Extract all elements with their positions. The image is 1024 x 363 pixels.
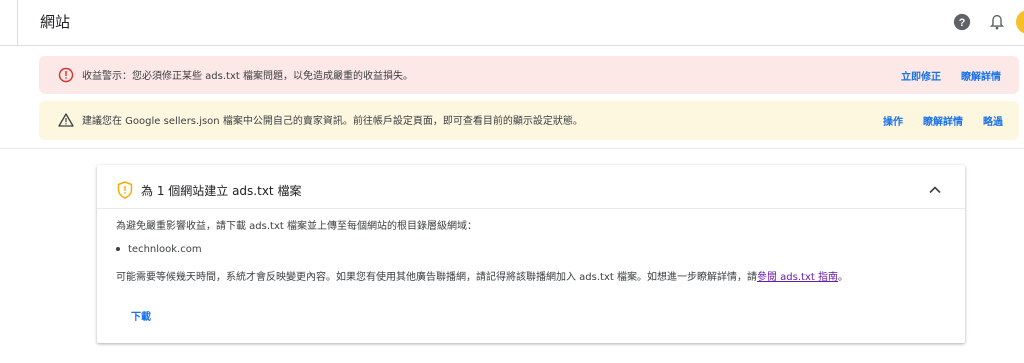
learn-more-link[interactable]: 瞭解詳情 <box>923 113 963 128</box>
action-link[interactable]: 操作 <box>883 113 903 128</box>
note-end: 。 <box>837 272 848 283</box>
page-title: 網站 <box>40 13 71 31</box>
fix-now-link[interactable]: 立即修正 <box>901 68 941 83</box>
divider <box>17 0 18 46</box>
card-title: 為 1 個網站建立 ads.txt 檔案 <box>141 184 302 198</box>
warning-triangle-icon <box>58 113 74 127</box>
list-item: technlook.com <box>116 244 202 255</box>
note-text: 可能需要等候幾天時間，系統才會反映變更內容。如果您有使用其他廣告聯播網，請記得將… <box>116 272 757 283</box>
help-circle-icon[interactable]: ? <box>953 13 971 31</box>
ads-txt-guide-link[interactable]: 參閱 ads.txt 指南 <box>757 272 838 283</box>
avatar[interactable] <box>1016 10 1024 34</box>
bell-icon[interactable] <box>988 13 1006 31</box>
ads-txt-card: 為 1 個網站建立 ads.txt 檔案 為避免嚴重影響收益，請下載 ads.t… <box>97 165 965 343</box>
card-note: 可能需要等候幾天時間，系統才會反映變更內容。如果您有使用其他廣告聯播網，請記得將… <box>116 268 848 283</box>
chevron-up-icon[interactable] <box>926 181 944 199</box>
warning-message: 建議您在 Google sellers.json 檔案中公開自己的賣家資訊。前往… <box>82 116 583 127</box>
svg-text:?: ? <box>959 17 966 29</box>
revenue-alert-banner: 收益警示：您必須修正某些 ads.txt 檔案問題，以免造成嚴重的收益損失。 立… <box>39 56 1019 94</box>
divider <box>0 148 1024 149</box>
shield-warning-icon <box>117 181 133 199</box>
error-circle-icon <box>58 67 74 83</box>
site-domain: technlook.com <box>128 244 202 255</box>
learn-more-link[interactable]: 瞭解詳情 <box>961 68 1001 83</box>
download-button[interactable]: 下載 <box>131 308 151 323</box>
sellers-json-banner: 建議您在 Google sellers.json 檔案中公開自己的賣家資訊。前往… <box>39 101 1019 140</box>
alert-message: 收益警示：您必須修正某些 ads.txt 檔案問題，以免造成嚴重的收益損失。 <box>82 71 413 82</box>
divider <box>97 208 965 209</box>
top-bar: 網站 ? <box>0 0 1024 46</box>
card-intro: 為避免嚴重影響收益，請下載 ads.txt 檔案並上傳至每個網站的根目錄層級網域… <box>116 221 477 232</box>
dismiss-link[interactable]: 略過 <box>983 113 1003 128</box>
bullet-icon <box>116 247 120 251</box>
